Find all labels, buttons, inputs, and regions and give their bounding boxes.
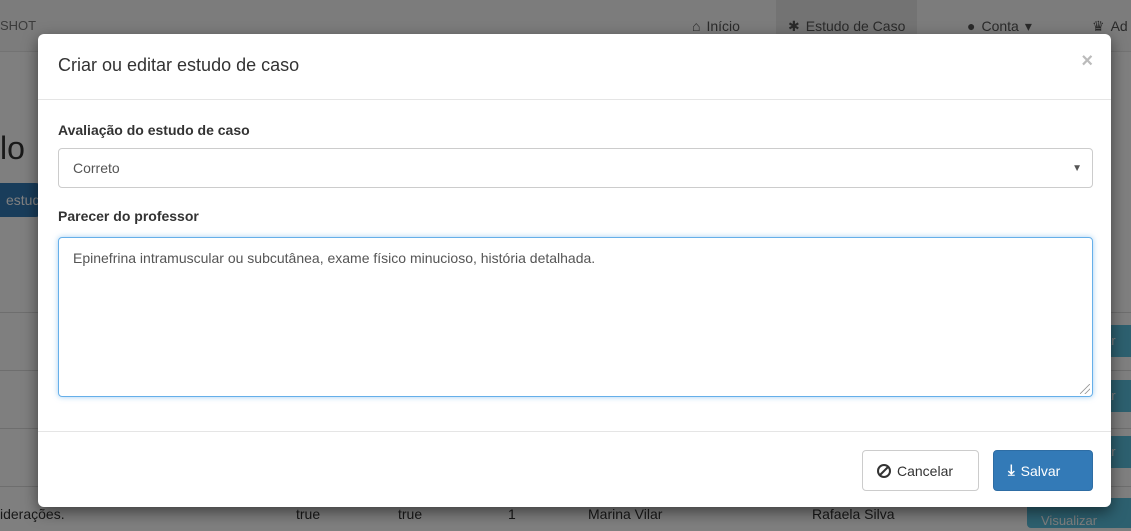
evaluation-select[interactable]: Correto ▼: [58, 148, 1093, 188]
evaluation-label: Avaliação do estudo de caso: [58, 122, 250, 138]
download-icon: ⤓: [1008, 462, 1015, 479]
evaluation-selected-value: Correto: [73, 160, 120, 176]
cancel-label: Cancelar: [897, 462, 954, 479]
opinion-textarea[interactable]: Epinefrina intramuscular ou subcutânea, …: [58, 237, 1093, 397]
close-icon[interactable]: ×: [1081, 50, 1093, 73]
opinion-text: Epinefrina intramuscular ou subcutânea, …: [73, 250, 596, 266]
case-study-modal: Criar ou editar estudo de caso × Avaliaç…: [38, 34, 1111, 507]
save-button[interactable]: ⤓ Salvar: [993, 450, 1093, 491]
resize-handle-icon[interactable]: [1080, 384, 1090, 394]
modal-body: Avaliação do estudo de caso Correto ▼ Pa…: [38, 100, 1111, 431]
opinion-label: Parecer do professor: [58, 208, 199, 224]
ban-icon: [877, 463, 891, 478]
modal-footer: Cancelar ⤓ Salvar: [38, 431, 1111, 507]
cancel-button[interactable]: Cancelar: [862, 450, 979, 491]
save-label: Salvar: [1020, 462, 1061, 479]
caret-down-icon: ▼: [1072, 163, 1082, 174]
modal-title: Criar ou editar estudo de caso: [58, 55, 300, 75]
modal-header: Criar ou editar estudo de caso ×: [38, 34, 1111, 100]
